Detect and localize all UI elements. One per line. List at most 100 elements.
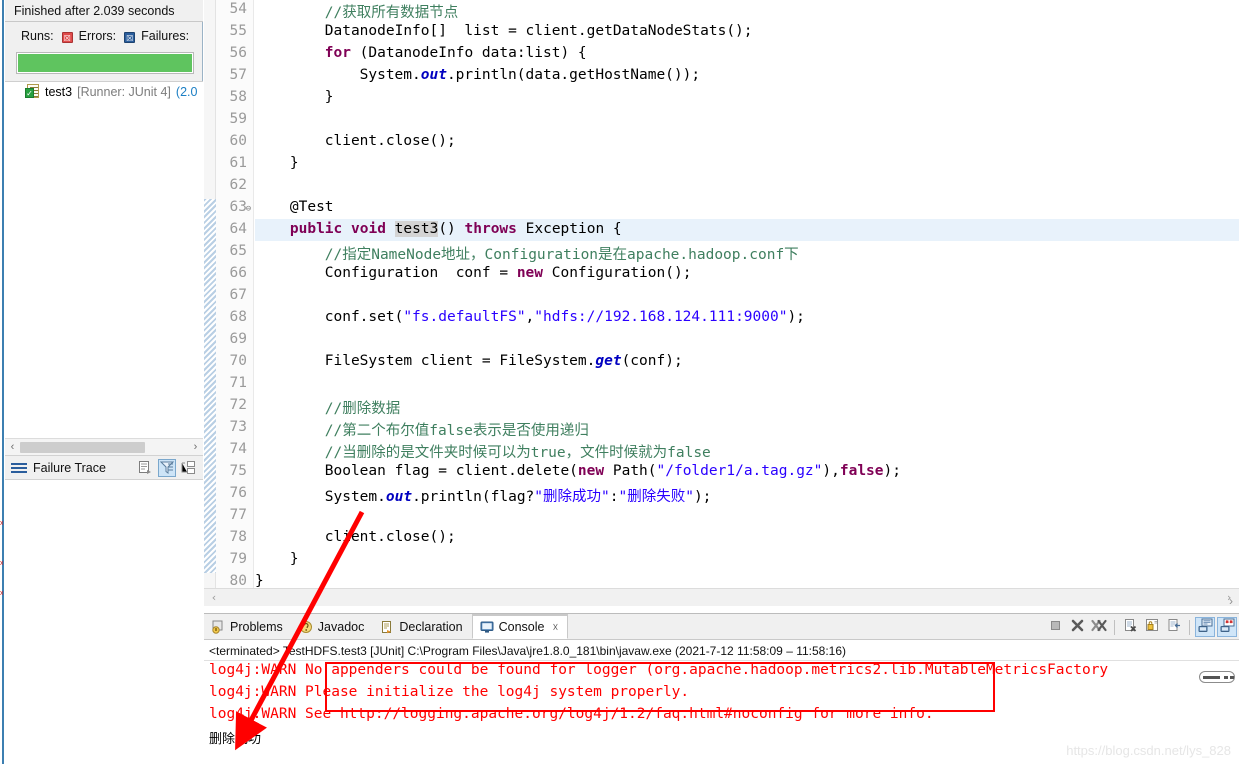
line-number: 60 xyxy=(229,133,247,149)
code-line[interactable]: } xyxy=(325,89,334,105)
remove-all-xx-icon xyxy=(1090,618,1108,636)
tab-declaration[interactable]: Declaration xyxy=(373,614,471,639)
editor-hscrollbar[interactable]: ‹ › xyxy=(204,588,1239,606)
line-number: 59 xyxy=(229,111,247,127)
scroll-left-arrow[interactable]: ‹ xyxy=(5,440,20,455)
junit-test-tree[interactable]: ✓ test3 [Runner: JUnit 4] (2.0 xyxy=(5,82,203,440)
errors-icon: ☒ xyxy=(61,31,73,43)
code-line[interactable]: System.out.println(flag?"删除成功":"删除失败"); xyxy=(325,485,712,506)
line-number: 75 xyxy=(229,463,247,479)
tab-problems[interactable]: Problems xyxy=(204,614,292,639)
line-number: 63 xyxy=(229,199,247,215)
test-passed-icon: ✓ xyxy=(25,84,40,99)
scroll-track[interactable] xyxy=(145,441,188,453)
failure-trace-body xyxy=(5,479,203,764)
code-line[interactable]: //删除数据 xyxy=(325,397,400,418)
toolbar-divider xyxy=(1189,619,1190,635)
line-number: 54 xyxy=(229,1,247,17)
line-number: 66 xyxy=(229,265,247,281)
editor-scroll-left-arrow[interactable]: ‹ xyxy=(204,591,224,604)
remove-launch-button[interactable] xyxy=(1067,617,1087,637)
junit-test-runner: [Runner: JUnit 4] xyxy=(77,84,171,99)
code-line[interactable]: //当删除的是文件夹时候可以为true，文件时候就为false xyxy=(325,441,711,462)
display-console-icon xyxy=(1220,618,1235,636)
clear-console-button[interactable] xyxy=(1120,617,1140,637)
display-selected-console-button[interactable] xyxy=(1217,617,1237,637)
tab-label: Javadoc xyxy=(317,619,365,634)
line-number: 74 xyxy=(229,441,247,457)
junit-progress-bar xyxy=(16,52,194,74)
console-line: log4j:WARN Please initialize the log4j s… xyxy=(209,684,690,700)
code-line[interactable]: client.close(); xyxy=(325,133,456,149)
code-line[interactable]: } xyxy=(290,551,299,567)
line-number: 61 xyxy=(229,155,247,171)
failure-trace-label: Failure Trace xyxy=(33,460,106,475)
code-line[interactable]: //第二个布尔值false表示是否使用递归 xyxy=(325,419,589,440)
junit-tree-hscrollbar[interactable]: ‹ › xyxy=(5,438,203,455)
code-line[interactable]: Configuration conf = new Configuration()… xyxy=(325,265,692,281)
code-line[interactable]: Boolean flag = client.delete(new Path("/… xyxy=(325,463,901,479)
eclipse-window: x x x Finished after 2.039 seconds Runs:… xyxy=(0,0,1239,764)
code-line[interactable]: //指定NameNode地址，Configuration是在apache.had… xyxy=(325,243,799,264)
console-launch-header: <terminated> TestHDFS.test3 [JUnit] C:\P… xyxy=(204,641,1239,661)
editor-code-area[interactable]: //获取所有数据节点 DatanodeInfo[] list = client.g… xyxy=(255,0,1239,588)
line-number: 62 xyxy=(229,177,247,193)
stop-square-icon xyxy=(1048,618,1063,636)
editor-overflow-chevron-icon[interactable]: › xyxy=(1229,594,1233,608)
code-line[interactable]: @Test xyxy=(290,199,334,215)
line-number: 79 xyxy=(229,551,247,567)
line-number: 69 xyxy=(229,331,247,347)
line-number: 68 xyxy=(229,309,247,325)
console-toolbar[interactable] xyxy=(1045,616,1237,638)
word-wrap-button[interactable] xyxy=(1164,617,1184,637)
line-number: 77 xyxy=(229,507,247,523)
console-panel: Problems Javadoc Declaration Console ☓ <term… xyxy=(204,613,1239,764)
watermark: https://blog.csdn.net/lys_828 xyxy=(1066,743,1231,758)
code-line[interactable]: //获取所有数据节点 xyxy=(325,1,458,22)
console-line: 删除成功 xyxy=(209,732,262,747)
console-scroll-thumb[interactable] xyxy=(1199,671,1235,683)
junit-view: Finished after 2.039 seconds Runs: ☒ Err… xyxy=(5,0,203,764)
scroll-thumb[interactable] xyxy=(20,441,145,453)
scroll-lock-button[interactable] xyxy=(1142,617,1162,637)
tab-label: Declaration xyxy=(399,619,463,634)
editor-line-number-gutter: 54 55 56 57 58 59 60 61 62 63 ⊖ 64 65 66 67 68 69 70 71 72 7… xyxy=(216,0,254,589)
tab-console[interactable]: Console ☓ xyxy=(471,614,569,639)
line-number: 58 xyxy=(229,89,247,105)
code-line[interactable]: DatanodeInfo[] list = client.getDataNode… xyxy=(325,23,753,39)
code-line[interactable]: System.out.println(data.getHostName()); xyxy=(360,67,700,83)
failures-icon: ☒ xyxy=(124,31,136,43)
code-line[interactable]: public void test3() throws Exception { xyxy=(290,221,622,237)
line-number: 73 xyxy=(229,419,247,435)
javadoc-icon xyxy=(299,620,313,634)
filter-stacktrace-icon[interactable] xyxy=(158,458,176,477)
tab-label: Problems xyxy=(230,619,283,634)
line-number: 56 xyxy=(229,45,247,61)
code-line[interactable]: client.close(); xyxy=(325,529,456,545)
junit-errors-label: Errors: xyxy=(78,29,117,43)
code-line[interactable]: } xyxy=(255,573,264,588)
line-number: 78 xyxy=(229,529,247,545)
editor-scroll-track[interactable] xyxy=(224,591,1219,604)
junit-test-name: test3 xyxy=(45,84,73,99)
code-line[interactable]: conf.set("fs.defaultFS","hdfs://192.168.… xyxy=(325,309,805,325)
console-line: log4j:WARN See http://logging.apache.org… xyxy=(209,706,934,722)
line-number: 57 xyxy=(229,67,247,83)
pin-console-button[interactable] xyxy=(1195,617,1215,637)
terminate-button[interactable] xyxy=(1045,617,1065,637)
fold-collapse-icon[interactable]: ⊖ xyxy=(244,205,253,214)
junit-runs-label: Runs: xyxy=(21,29,54,43)
remove-all-terminated-button[interactable] xyxy=(1089,617,1109,637)
code-editor[interactable]: 54 55 56 57 58 59 60 61 62 63 ⊖ 64 65 66 67 68 69 70 71 72 7… xyxy=(204,0,1239,606)
junit-test-row[interactable]: ✓ test3 [Runner: JUnit 4] (2.0 xyxy=(5,82,203,101)
close-icon[interactable]: ☓ xyxy=(552,621,558,634)
scroll-right-arrow[interactable]: › xyxy=(188,440,203,455)
code-line[interactable]: } xyxy=(290,155,299,171)
code-line[interactable]: FileSystem client = FileSystem.get(conf)… xyxy=(325,353,683,369)
tab-javadoc[interactable]: Javadoc xyxy=(292,614,374,639)
console-icon xyxy=(480,620,494,634)
junit-counts-row: Runs: ☒ Errors: ☒ Failures: xyxy=(5,25,203,47)
code-line[interactable]: for (DatanodeInfo data:list) { xyxy=(325,45,587,61)
compare-result-icon[interactable] xyxy=(137,459,155,477)
stacktrace-layout-icon[interactable] xyxy=(179,459,197,477)
